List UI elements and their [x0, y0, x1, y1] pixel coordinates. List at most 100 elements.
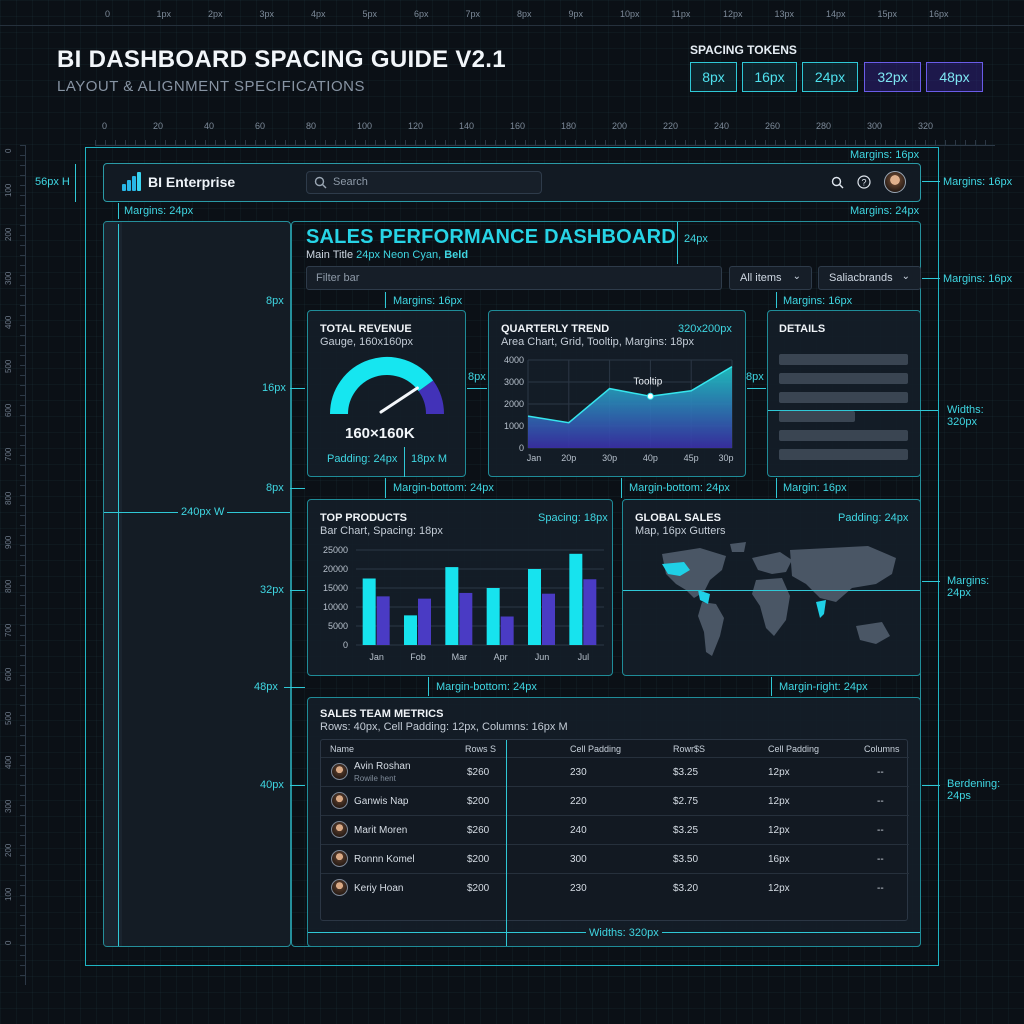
- column-header[interactable]: Columns: [864, 744, 900, 754]
- y-tick-label: 5000: [328, 621, 348, 631]
- token-32px[interactable]: 32px: [864, 62, 921, 92]
- ruler-tick-label: 600: [4, 403, 13, 417]
- margins-right-arrow: [922, 181, 940, 182]
- gauge-track: [418, 380, 444, 415]
- side-note-48px: 48px: [254, 681, 278, 693]
- column-header[interactable]: Rowr$S: [673, 744, 705, 754]
- table-cell-name: Avin Roshan: [354, 761, 411, 772]
- table-cell-e: --: [877, 825, 884, 836]
- search-placeholder: Search: [333, 176, 368, 188]
- table-cell-d: 16px: [768, 854, 790, 865]
- ruler-tick-label: 20: [153, 121, 164, 131]
- filter-placeholder: Filter bar: [316, 272, 360, 284]
- total-revenue-title: TOTAL REVENUE: [320, 323, 412, 335]
- filter-bar[interactable]: [306, 266, 722, 290]
- x-tick-label: Jan: [527, 453, 542, 463]
- gap-note-8px: 8px: [468, 371, 486, 383]
- ruler-tick-label: 220: [663, 121, 679, 131]
- table-row[interactable]: Keriy Hoan $200 230 $3.20 12px --: [321, 873, 909, 902]
- table-row[interactable]: Ganwis Nap $200 220 $2.75 12px --: [321, 786, 909, 815]
- table-cell-name: Keriy Hoan: [354, 883, 404, 894]
- ruler-tick-label: 0: [4, 148, 13, 153]
- y-tick-label: 15000: [323, 583, 348, 593]
- avatar: [331, 821, 348, 838]
- margins-right-24-note: Margins: 24px: [850, 205, 920, 217]
- table-row[interactable]: Ronnn Komel $200 300 $3.50 16px --: [321, 844, 909, 873]
- gap-arrow: [747, 388, 766, 389]
- top-products-chart: 0 5000 10000 15000 20000 25000 Jan Fob Mar Apr Jun…: [323, 545, 604, 662]
- token-16px[interactable]: 16px: [742, 62, 797, 92]
- ruler-tick-label: 14px: [826, 9, 846, 19]
- y-tick-label: 20000: [323, 564, 348, 574]
- ruler-tick-label: 0: [102, 121, 108, 131]
- column-header[interactable]: Cell Padding: [768, 744, 819, 754]
- bar-fob-series-1: [404, 615, 417, 645]
- help-icon[interactable]: ?: [857, 175, 871, 189]
- ruler-tick-label: 0: [4, 940, 13, 945]
- x-tick-label: 45p: [684, 453, 699, 463]
- bar-mar-series-1: [445, 567, 459, 645]
- ruler-tick-label: 200: [612, 121, 628, 131]
- map-margin-arrow: [922, 581, 940, 582]
- vertical-ruler: 0 100 200 300 400 500 600 700 800 900 800 700 600 500…: [0, 145, 26, 985]
- column-header[interactable]: Cell Padding: [570, 744, 621, 754]
- ruler-tick-label: 700: [4, 623, 13, 637]
- map-width-arrow: [623, 590, 920, 591]
- margins-top-note: Margins: 16px: [850, 149, 920, 161]
- y-tick-label: 25000: [323, 545, 348, 555]
- table-row[interactable]: Marit Moren $260 240 $3.25 12px --: [321, 815, 909, 844]
- bar-jun-series-2: [542, 593, 555, 645]
- brands-select[interactable]: Saliacbrands ⌄: [818, 266, 921, 290]
- user-avatar[interactable]: [884, 171, 906, 193]
- side-arrow: [290, 590, 305, 591]
- y-tick-label: 10000: [323, 602, 348, 612]
- token-24px[interactable]: 24px: [802, 62, 858, 92]
- x-tick-label: Mar: [452, 652, 468, 662]
- margin-note-c: Margin: 16px: [783, 482, 847, 494]
- gap-note-8px-b: 8px: [746, 371, 764, 383]
- bordering-arrow: [922, 785, 940, 786]
- quarterly-trend-sub: Area Chart, Grid, Tooltip, Margins: 18px: [501, 336, 694, 348]
- avatar: [331, 879, 348, 896]
- bar-mar-series-2: [459, 592, 473, 645]
- horizontal-ruler: 0 20 40 60 80 100 120 140 160 180 200 220 240 260 280 3…: [95, 118, 995, 146]
- gauge-needle: [379, 386, 419, 414]
- ruler-tick-label: 16px: [929, 9, 949, 19]
- search-icon[interactable]: [831, 176, 844, 189]
- items-select[interactable]: All items ⌄: [729, 266, 812, 290]
- margin-arrow: [428, 677, 429, 696]
- column-header[interactable]: Rows S: [465, 744, 496, 754]
- quarterly-trend-chart: 0 1000 2000 3000 4000 Tooltip Jan 20p 30p 40p 45p 3…: [504, 355, 734, 463]
- margin-arrow: [776, 292, 777, 308]
- ruler-tick-label: 1px: [156, 9, 172, 19]
- token-8px[interactable]: 8px: [690, 62, 737, 92]
- table-cell-a: $200: [467, 883, 490, 894]
- spacing-tokens-label: SPACING TOKENS: [690, 43, 797, 57]
- token-48px[interactable]: 48px: [926, 62, 983, 92]
- revenue-value: 160×160K: [345, 425, 415, 442]
- side-arrow: [284, 687, 305, 688]
- table-cell-b: 230: [570, 767, 587, 778]
- top-products-title: TOP PRODUCTS: [320, 512, 407, 524]
- table-cell-name: Marit Moren: [354, 825, 408, 836]
- margin-arrow: [621, 478, 622, 498]
- column-header[interactable]: Name: [330, 744, 354, 754]
- ruler-tick-label: 6px: [414, 9, 429, 19]
- ruler-tick-label: 120: [408, 121, 424, 131]
- bar-apr-series-1: [486, 588, 500, 645]
- y-tick-label: 1000: [504, 421, 524, 431]
- table-cell-b: 300: [570, 854, 587, 865]
- ruler-tick-label: 4px: [311, 9, 326, 19]
- table-cell-sub: Rowile hent: [354, 774, 396, 783]
- sales-team-table: Name Rows S Cell Padding Rowr$S Cell Pad…: [320, 739, 909, 921]
- tooltip-point: [646, 392, 654, 400]
- side-note-32px: 32px: [260, 584, 284, 596]
- ruler-tick-label: 500: [4, 711, 13, 725]
- x-tick-label: Fob: [410, 652, 426, 662]
- y-tick-label: 3000: [504, 377, 524, 387]
- ruler-tick-label: 800: [4, 579, 13, 593]
- quarterly-trend-title: QUARTERLY TREND: [501, 323, 610, 335]
- area-series: [528, 366, 732, 448]
- table-row[interactable]: Avin Roshan $260 230 $3.25 12px -- Rowile hent: [321, 757, 909, 786]
- bordering-note: Berdening: 24ps: [947, 778, 1001, 802]
